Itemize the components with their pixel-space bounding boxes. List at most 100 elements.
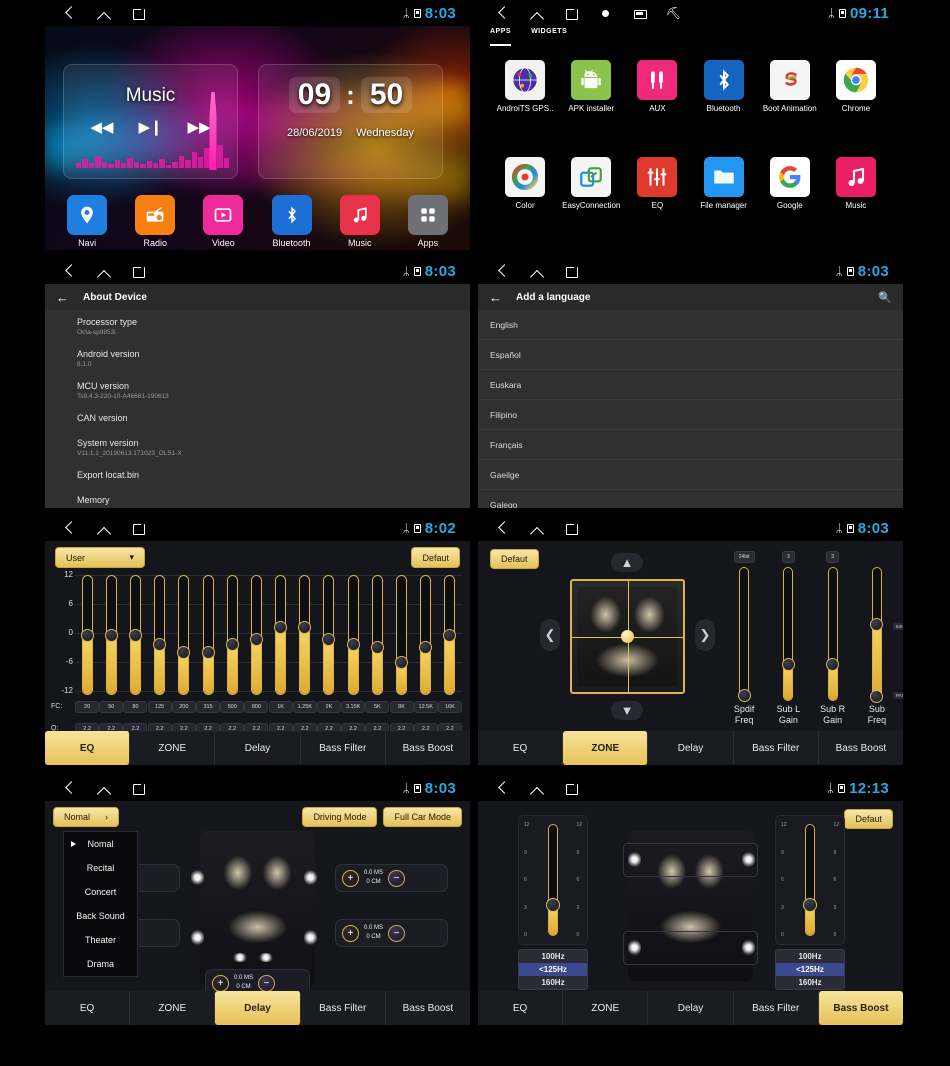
eq-band-slider[interactable] [414, 575, 438, 695]
frequency-chip[interactable]: 315 [196, 701, 221, 713]
dock-item-radio[interactable]: Radio [135, 195, 176, 248]
list-item[interactable]: MCU version Ts9.4.3-220-10-A46681-190613 [45, 374, 470, 406]
default-button[interactable]: Defaut [844, 809, 893, 829]
slider-knob[interactable] [274, 621, 288, 635]
navigation-buttons[interactable]: ⛏ [486, 6, 681, 21]
slider-knob[interactable] [128, 628, 142, 642]
eq-band-slider[interactable] [341, 575, 365, 695]
next-icon[interactable]: ▶▶ [188, 118, 211, 136]
chevron-down-icon[interactable]: ▼ [611, 701, 643, 720]
slider-knob[interactable] [104, 628, 118, 642]
eq-band-slider[interactable] [99, 575, 123, 695]
chevron-left-icon[interactable]: ❮ [540, 619, 560, 651]
frequency-chip[interactable]: 200 [171, 701, 196, 713]
slider-track[interactable] [104, 575, 118, 695]
google-g-icon[interactable] [769, 157, 810, 197]
tab-eq[interactable]: EQ [478, 731, 564, 765]
list-item[interactable]: System version V11.1.1_20190613.171023_O… [45, 431, 470, 463]
location-pin-icon[interactable] [67, 195, 108, 235]
delay-mode-buttons[interactable]: Driving Mode Full Car Mode [302, 807, 462, 827]
gps-satellite-icon[interactable] [505, 60, 546, 100]
frequency-chip[interactable]: 1K [268, 701, 293, 713]
slider-track[interactable] [80, 575, 94, 695]
bass-frequency-selector-left[interactable]: 100Hz <125Hz 160Hz [518, 949, 588, 990]
slider-spdif-freq[interactable]: 24bit Spdif Freq [724, 551, 764, 726]
music-widget[interactable]: Music ◀◀ ▶❙ ▶▶ [63, 64, 238, 179]
slider-knob[interactable] [225, 638, 239, 652]
recents-icon[interactable] [564, 264, 579, 279]
tab-bass-filter[interactable]: Bass Filter [301, 991, 386, 1025]
tab-bass-filter[interactable]: Bass Filter [301, 731, 386, 765]
freq-option[interactable]: 100Hz [776, 950, 844, 963]
dropdown-item-recital[interactable]: Recital [64, 856, 137, 880]
tab-bass-boost[interactable]: Bass Boost [818, 991, 903, 1025]
delay-control-rear-right[interactable]: + 0.0 MS 0 CM − [335, 919, 448, 947]
slider-track[interactable] [153, 575, 167, 695]
android-robot-icon[interactable] [571, 60, 612, 100]
dropdown-item-drama[interactable]: Drama [64, 952, 137, 976]
about-device-list[interactable]: Processor type Octa-sp9853i Android vers… [45, 310, 470, 508]
freq-option-selected[interactable]: <125Hz [519, 963, 587, 976]
freq-option[interactable]: 160Hz [776, 976, 844, 989]
slider-track[interactable] [419, 575, 433, 695]
previous-icon[interactable]: ◀◀ [90, 118, 113, 136]
slider-track[interactable] [225, 575, 239, 695]
slider-knob[interactable] [370, 640, 384, 654]
app-item-chrome[interactable]: Chrome [825, 60, 887, 153]
slider-track[interactable] [201, 575, 215, 695]
list-item[interactable]: Galego [478, 490, 903, 509]
tab-bass-boost[interactable]: Bass Boost [819, 731, 903, 765]
clock-widget[interactable]: 09 : 50 28/06/2019 Wednesday [258, 64, 443, 179]
list-item[interactable]: Export locat.bin [45, 463, 470, 488]
tab-delay[interactable]: Delay [648, 731, 734, 765]
dropdown-item-nomal[interactable]: Nomal [64, 832, 137, 856]
tab-delay[interactable]: Delay [215, 991, 301, 1025]
slider-track[interactable] [322, 575, 336, 695]
bass-boost-slider-left[interactable]: 12 9 63 0 12 9 63 0 [518, 815, 588, 945]
recents-icon[interactable] [131, 781, 146, 796]
tab-eq[interactable]: EQ [478, 991, 564, 1025]
slider-sub-freq[interactable]: 63Hz PASS SubFreq [857, 551, 903, 726]
list-item[interactable]: Gaeilge [478, 460, 903, 490]
back-icon[interactable] [63, 521, 78, 536]
screenshot-icon[interactable] [632, 6, 647, 21]
navigation-buttons[interactable] [486, 521, 579, 536]
app-item-boot-animation[interactable]: Boot Animation [759, 60, 821, 153]
music-note-icon[interactable] [835, 157, 876, 197]
recents-icon[interactable] [131, 521, 146, 536]
navigation-buttons[interactable] [53, 781, 146, 796]
list-item[interactable]: Español [478, 340, 903, 370]
back-arrow-icon[interactable]: ← [489, 290, 502, 305]
recents-icon[interactable] [131, 6, 146, 21]
tab-bass-filter[interactable]: Bass Filter [734, 731, 819, 765]
eq-band-slider[interactable] [389, 575, 413, 695]
chrome-icon[interactable] [835, 60, 876, 100]
dropdown-item-theater[interactable]: Theater [64, 928, 137, 952]
slider-sub-l-gain[interactable]: 3 Sub L Gain [768, 551, 808, 726]
video-play-icon[interactable] [203, 195, 244, 235]
list-item[interactable]: Euskara [478, 370, 903, 400]
app-item-aux[interactable]: AUX [626, 60, 688, 153]
back-icon[interactable] [496, 521, 511, 536]
default-button[interactable]: Defaut [490, 549, 539, 569]
zone-focus-handle[interactable] [621, 630, 634, 643]
assistant-dot-icon[interactable] [598, 6, 613, 21]
chevron-right-icon[interactable]: ❯ [695, 619, 715, 651]
home-icon[interactable] [530, 781, 545, 796]
freq-option[interactable]: 160Hz [519, 976, 587, 989]
app-item-eq[interactable]: EQ [626, 157, 688, 250]
driving-mode-button[interactable]: Driving Mode [302, 807, 378, 827]
minus-icon[interactable]: − [388, 869, 406, 887]
dropdown-item-concert[interactable]: Concert [64, 880, 137, 904]
frequency-chip[interactable]: 5K [365, 701, 390, 713]
slider-track[interactable] [298, 575, 312, 695]
dock-item-music[interactable]: Music [339, 195, 380, 248]
slider-knob[interactable] [298, 621, 312, 635]
recents-icon[interactable] [131, 264, 146, 279]
dock-item-bluetooth[interactable]: Bluetooth [271, 195, 312, 248]
slider-knob[interactable] [177, 645, 191, 659]
slider-knob[interactable] [322, 633, 336, 647]
audio-tab-bar[interactable]: EQ ZONE Delay Bass Filter Bass Boost [478, 991, 903, 1025]
navigation-buttons[interactable] [53, 521, 146, 536]
tab-delay[interactable]: Delay [648, 991, 734, 1025]
